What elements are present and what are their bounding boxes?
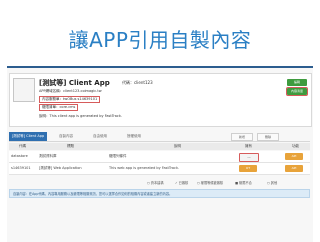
app-code: 代碼：client123: [122, 80, 153, 85]
row-api-button[interactable]: API: [285, 153, 303, 160]
content-service: 內容服務單：twOBus s14639101: [39, 96, 101, 103]
legend-pending: ○ 權限等候被審核: [197, 181, 224, 185]
legend-built: ○ 資本建構: [147, 181, 164, 185]
content-list-button[interactable]: 內容清單: [286, 87, 308, 96]
col-owner: 擁有: [245, 144, 252, 148]
info-banner: 自製內容：在App代碼，內容專用服務以及權限等相關資訊，您可以選擇合作如何的相關…: [9, 189, 310, 198]
app-info-card: [測試等] Client App 代碼：client123 APP網域名稱：cl…: [9, 73, 312, 127]
col-desc: 說明: [174, 144, 181, 148]
row-owner-button[interactable]: ---: [239, 153, 259, 162]
delete-button[interactable]: 刪除: [257, 133, 279, 141]
app-logo: [13, 78, 35, 102]
legend-other: ○ 其他: [267, 181, 278, 185]
legend-rejected: ■ 權限不合: [235, 181, 252, 185]
app-domain: APP網域名稱：client123.coimagic.tw: [39, 89, 102, 93]
tab-bar: [測試等] Client App 自製內容 自由使用 授權使用 新增 刪除: [9, 132, 310, 142]
col-action: 功能: [292, 144, 299, 148]
add-button[interactable]: 新增: [231, 133, 253, 141]
tab-custom-content[interactable]: 自製內容: [51, 132, 81, 141]
slide-title: 讓APP引用自製內容: [68, 28, 252, 52]
legend-approved: ✓ 已審核: [175, 181, 189, 185]
permission-list: 權限清單：core.cms: [39, 104, 79, 111]
col-title: 標題: [67, 144, 74, 148]
table-row[interactable]: datastore 測試資料庫 權限列條件 --- API: [9, 151, 310, 163]
table-header: 代碼 標題 說明 擁有 功能: [9, 143, 310, 150]
row-code: datastore: [11, 154, 28, 158]
row-owner-button[interactable]: OT: [239, 165, 257, 172]
row-api-button[interactable]: API: [285, 165, 303, 172]
row-title: [測試等] Web Application: [39, 166, 82, 170]
app-title: [測試等] Client App: [39, 79, 110, 87]
app-description: 說明：This client app is generated by FastT…: [39, 114, 122, 118]
tab-free-use[interactable]: 自由使用: [85, 132, 115, 141]
tab-licensed-use[interactable]: 授權使用: [119, 132, 149, 141]
edit-button[interactable]: 編輯: [287, 79, 307, 86]
app-screenshot: [測試等] Client App 代碼：client123 APP網域名稱：cl…: [7, 66, 313, 242]
row-desc: 權限列條件: [109, 154, 127, 158]
row-desc: This web app is generated by FastTrack.: [109, 166, 180, 170]
col-code: 代碼: [19, 144, 26, 148]
row-code: s14639101: [11, 166, 31, 170]
tab-client-app[interactable]: [測試等] Client App: [9, 132, 47, 141]
row-title: 測試資料庫: [39, 154, 57, 158]
table-row[interactable]: s14639101 [測試等] Web Application This web…: [9, 163, 310, 175]
